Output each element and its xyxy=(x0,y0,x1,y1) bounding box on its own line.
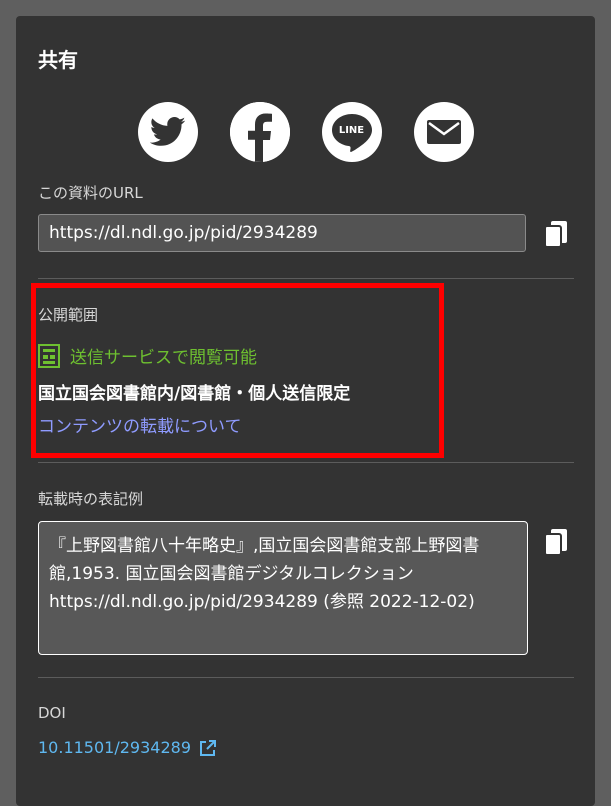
divider xyxy=(38,278,574,279)
mail-share-button[interactable] xyxy=(413,102,474,162)
line-share-button[interactable]: LINE xyxy=(321,102,382,162)
divider xyxy=(38,677,574,678)
share-panel: 共有 LINE この資料のURL https://dl.ndl.go.jp/pi… xyxy=(16,16,595,806)
doi-label: DOI xyxy=(38,704,66,722)
highlight-frame xyxy=(31,283,444,458)
mail-icon xyxy=(426,120,461,144)
twitter-icon xyxy=(149,117,185,146)
external-link-icon xyxy=(200,739,216,756)
url-label: この資料のURL xyxy=(38,184,143,202)
divider xyxy=(38,462,574,463)
twitter-share-button[interactable] xyxy=(137,102,198,162)
social-buttons: LINE xyxy=(16,102,595,162)
share-title: 共有 xyxy=(38,48,78,72)
doi-value: 10.11501/2934289 xyxy=(38,738,191,757)
copy-citation-icon[interactable] xyxy=(543,527,569,557)
facebook-icon xyxy=(229,102,290,162)
facebook-share-button[interactable] xyxy=(229,102,290,162)
copy-url-icon[interactable] xyxy=(543,219,569,249)
url-field[interactable]: https://dl.ndl.go.jp/pid/2934289 xyxy=(38,214,526,252)
citation-field[interactable]: 『上野図書館八十年略史』,国立国会図書館支部上野図書館,1953. 国立国会図書… xyxy=(38,521,528,655)
line-icon-label: LINE xyxy=(338,124,365,136)
citation-label: 転載時の表記例 xyxy=(38,490,144,508)
doi-link[interactable]: 10.11501/2934289 xyxy=(38,738,217,757)
